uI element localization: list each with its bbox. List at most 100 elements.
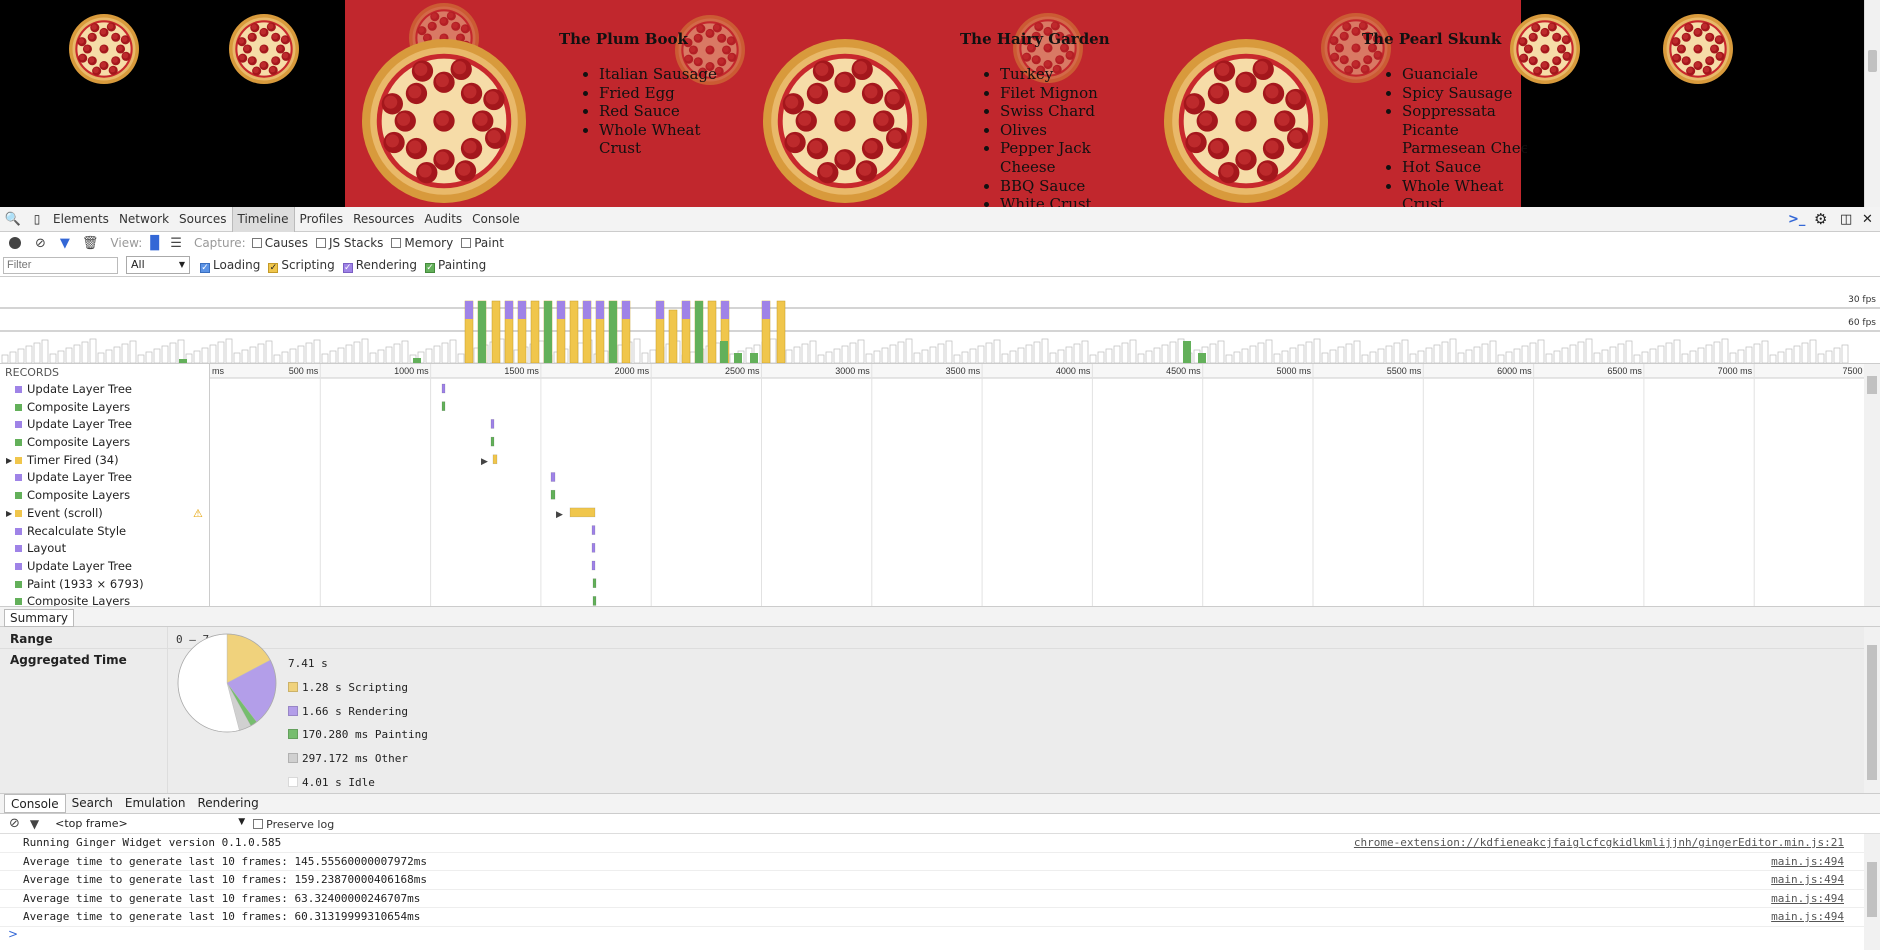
trash-icon[interactable]: 🗑 [82, 236, 99, 251]
records-timeline[interactable]: ms 500 ms 1000 ms 1500 ms 2000 ms 2500 ms 3000… [210, 364, 1864, 606]
filter-icon[interactable]: ▼ [30, 817, 39, 831]
time-tick-label: 500 ms [289, 366, 319, 376]
record-row[interactable]: Composite Layers [0, 434, 209, 452]
category-swatch [15, 562, 22, 570]
drawer-tab-rendering[interactable]: Rendering [191, 794, 264, 813]
scrollbar-thumb[interactable] [1867, 645, 1877, 780]
record-bar[interactable] [592, 578, 597, 588]
tab-audits[interactable]: Audits [419, 207, 467, 232]
dock-side-icon[interactable]: ◫ [1840, 212, 1862, 227]
record-row[interactable]: ▶ Event (scroll) ⚠ [0, 505, 209, 523]
tab-console[interactable]: Console [467, 207, 525, 232]
page-scrollbar[interactable] [1864, 0, 1880, 207]
record-row[interactable]: ▶ Timer Fired (34) [0, 452, 209, 470]
record-icon[interactable] [9, 237, 21, 249]
source-link[interactable]: main.js:494 [1771, 890, 1844, 908]
console-toolbar: ⊘ ▼ <top frame> ▼ Preserve log [0, 814, 1880, 834]
console-drawer-icon[interactable]: >_ [1788, 212, 1814, 227]
record-row[interactable]: Layout [0, 540, 209, 558]
record-row[interactable]: Update Layer Tree [0, 381, 209, 399]
drawer-tab-emulation[interactable]: Emulation [119, 794, 192, 813]
device-mode-icon[interactable]: ▯ [26, 212, 48, 226]
tab-profiles[interactable]: Profiles [295, 207, 349, 232]
frame-bars [0, 300, 1880, 364]
ingredient: Whole Wheat Crust [599, 121, 719, 158]
ingredient: Fried Egg [599, 84, 719, 103]
record-row[interactable]: Composite Layers [0, 399, 209, 417]
record-bar[interactable] [569, 507, 596, 518]
record-bar[interactable] [591, 543, 596, 553]
record-row[interactable]: Update Layer Tree [0, 469, 209, 487]
filter-painting-checkbox[interactable]: ✓ Painting [425, 258, 486, 273]
events-view-icon[interactable]: ▉ [150, 236, 160, 251]
source-link[interactable]: main.js:494 [1771, 908, 1844, 926]
source-link[interactable]: main.js:494 [1771, 871, 1844, 889]
record-label: Composite Layers [27, 594, 131, 606]
pizza-image [1164, 39, 1328, 203]
tab-summary[interactable]: Summary [4, 609, 74, 627]
tab-resources[interactable]: Resources [348, 207, 419, 232]
capture-causes-checkbox[interactable]: Causes [251, 236, 308, 250]
summary-scrollbar[interactable] [1864, 627, 1880, 793]
clear-console-icon[interactable]: ⊘ [9, 816, 20, 831]
record-bar[interactable] [492, 454, 498, 465]
filter-input[interactable] [3, 256, 118, 274]
tab-timeline[interactable]: Timeline [231, 206, 295, 232]
record-label: Update Layer Tree [27, 558, 132, 573]
frames-view-icon[interactable]: ☰ [170, 236, 182, 251]
timeline-overview[interactable]: 30 fps 60 fps [0, 276, 1880, 364]
legend-label: 4.01 s Idle [302, 775, 375, 789]
record-bar[interactable] [592, 596, 597, 606]
record-bar[interactable] [441, 383, 446, 394]
record-bar[interactable] [490, 436, 495, 447]
record-bar[interactable] [591, 560, 596, 571]
gear-icon[interactable]: ⚙ [1814, 210, 1840, 228]
record-bar[interactable] [490, 419, 495, 429]
close-icon[interactable]: ✕ [1862, 212, 1880, 227]
record-label: Update Layer Tree [27, 470, 132, 485]
tab-sources[interactable]: Sources [174, 207, 231, 232]
timeline-scrollbar[interactable] [1864, 364, 1880, 606]
drawer-tab-console[interactable]: Console [4, 794, 66, 813]
record-bar[interactable] [591, 525, 596, 535]
record-row[interactable]: Paint (1933 × 6793) [0, 576, 209, 594]
scrollbar-thumb[interactable] [1868, 50, 1877, 72]
filter-scripting-checkbox[interactable]: ✓ Scripting [268, 258, 335, 273]
category-swatch [15, 509, 22, 517]
expand-icon[interactable]: ▶ [6, 505, 12, 523]
record-bar[interactable] [550, 472, 556, 482]
record-row[interactable]: Composite Layers [0, 487, 209, 505]
frame-select[interactable]: <top frame> ▼ [55, 817, 245, 830]
expand-icon[interactable]: ▶ [6, 452, 12, 470]
record-row[interactable]: Update Layer Tree [0, 558, 209, 576]
ingredient: Pepper Jack Cheese [1000, 139, 1110, 176]
tab-elements[interactable]: Elements [48, 207, 114, 232]
preserve-log-checkbox[interactable]: Preserve log [253, 817, 334, 831]
record-row[interactable]: Update Layer Tree [0, 416, 209, 434]
console-prompt[interactable]: > [8, 927, 18, 941]
search-icon[interactable]: 🔍 [0, 212, 26, 227]
drawer-tab-search[interactable]: Search [66, 794, 119, 813]
scrollbar-thumb[interactable] [1867, 862, 1877, 917]
source-link[interactable]: main.js:494 [1771, 853, 1844, 871]
record-bar[interactable] [550, 489, 556, 500]
record-row[interactable]: Composite Layers [0, 593, 209, 606]
record-row[interactable]: Recalculate Style [0, 523, 209, 541]
total-time: 7.41 s [288, 657, 328, 670]
clear-icon[interactable]: ⊘ [35, 236, 46, 251]
ingredient: Whole Wheat Crust [1402, 177, 1522, 207]
filter-select[interactable]: All ▼ [126, 256, 190, 274]
pizza-name: The Pearl Skunk [1362, 30, 1502, 48]
filter-rendering-checkbox[interactable]: ✓ Rendering [342, 258, 417, 273]
record-bar[interactable] [441, 401, 446, 411]
source-link[interactable]: chrome-extension://kdfieneakcjfaiglcfcgk… [1354, 834, 1844, 852]
capture-jsstacks-checkbox[interactable]: JS Stacks [315, 236, 383, 250]
console-scrollbar[interactable] [1864, 834, 1880, 950]
time-tick-label: 2000 ms [615, 366, 650, 376]
filter-icon[interactable]: ▼ [60, 236, 70, 251]
tab-network[interactable]: Network [114, 207, 174, 232]
capture-memory-checkbox[interactable]: Memory [391, 236, 453, 250]
capture-paint-checkbox[interactable]: Paint [461, 236, 504, 250]
filter-loading-checkbox[interactable]: ✓ Loading [200, 258, 260, 273]
scrollbar-thumb[interactable] [1867, 376, 1877, 394]
